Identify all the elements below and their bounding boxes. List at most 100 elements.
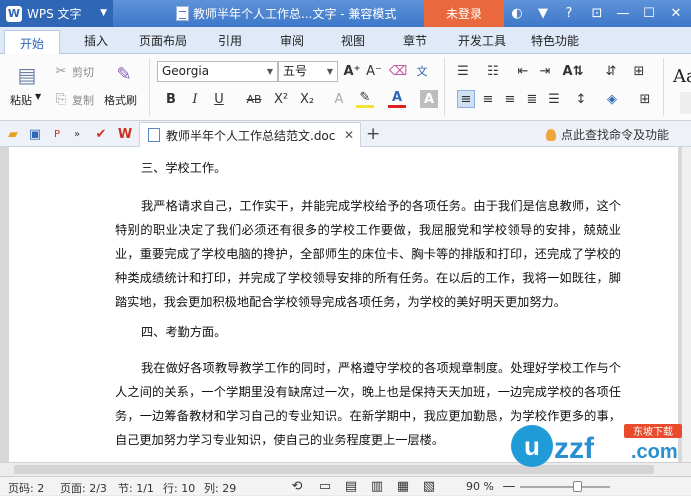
chevron-down-icon: ▼ — [266, 67, 273, 76]
format-painter-icon[interactable]: ✎ — [112, 62, 136, 86]
show-marks-icon[interactable]: ⊞ — [630, 62, 648, 80]
font-color-icon[interactable]: A — [388, 90, 406, 108]
subscript-icon[interactable]: X₂ — [298, 90, 316, 108]
export-pdf-icon[interactable]: P — [48, 125, 66, 143]
restore-icon[interactable]: ⊡ — [588, 4, 606, 22]
history-icon[interactable]: ⟲ — [288, 477, 306, 495]
superscript-icon[interactable]: X² — [272, 90, 290, 108]
paste-dropdown-icon[interactable]: ▼ — [35, 92, 41, 101]
strikethrough-icon[interactable]: AB — [240, 90, 268, 108]
shirt-icon[interactable]: ▼ — [534, 4, 552, 22]
help-icon[interactable]: ? — [560, 4, 578, 22]
align-left-icon[interactable]: ≡ — [457, 90, 475, 108]
fill-color-icon[interactable]: ◈ — [603, 90, 621, 108]
pin-icon[interactable]: ✔ — [92, 125, 110, 143]
reading-view-icon[interactable]: ▧ — [420, 477, 438, 495]
font-size-value: 五号 — [283, 64, 308, 78]
paste-button[interactable]: 粘贴 — [10, 92, 32, 108]
decrease-indent-icon[interactable]: ⇤ — [514, 62, 532, 80]
tab-start[interactable]: 开始 — [4, 30, 60, 55]
tab-special[interactable]: 特色功能 — [531, 32, 579, 49]
tab-insert[interactable]: 插入 — [84, 32, 108, 49]
svg-text:.com: .com — [631, 441, 678, 463]
document-title: 教师半年个人工作总...文字 - 兼容模式 — [193, 7, 397, 21]
zoom-out-icon[interactable]: — — [500, 477, 518, 495]
cut-button[interactable]: 剪切 — [72, 64, 94, 80]
outline-view-icon[interactable]: ▥ — [368, 477, 386, 495]
document-area: 三、学校工作。 我严格请求自己，工作实干，并能完成学校给予的各项任务。由于我们是… — [0, 147, 691, 462]
phonetic-icon[interactable]: 文 — [413, 62, 431, 80]
justify-icon[interactable]: ≣ — [523, 90, 541, 108]
grow-font-icon[interactable]: A⁺ — [343, 62, 361, 80]
zoom-slider-handle[interactable] — [573, 481, 582, 492]
line-spacing-icon[interactable]: ↕ — [572, 90, 590, 108]
page-count: 页面: 2/3 — [60, 482, 107, 495]
char-shading-icon[interactable]: A — [420, 90, 438, 108]
chevron-down-icon: ▼ — [100, 8, 107, 18]
ribbon-separator — [663, 58, 664, 116]
zoom-level: 90 % — [466, 480, 494, 493]
tab-view[interactable]: 视图 — [341, 32, 365, 49]
minimize-icon[interactable]: — — [614, 4, 632, 22]
font-name-select[interactable]: Georgia ▼ — [157, 61, 278, 82]
row-indicator: 行: 10 — [163, 482, 196, 495]
distribute-icon[interactable]: ☰ — [545, 90, 563, 108]
shrink-font-icon[interactable]: A⁻ — [365, 62, 383, 80]
tab-review[interactable]: 审阅 — [280, 32, 304, 49]
italic-icon[interactable]: I — [186, 90, 204, 108]
command-search[interactable]: 点此查找命令及功能 — [546, 126, 669, 143]
wps-logo-icon: W — [6, 5, 22, 22]
paste-icon[interactable]: ▤ — [14, 62, 40, 88]
status-bar: 页码: 2 页面: 2/3 节: 1/1 行: 10 列: 29 ⟲ ▭ ▤ ▥… — [0, 476, 691, 495]
bullet-list-icon[interactable]: ☰ — [454, 62, 472, 80]
increase-indent-icon[interactable]: ⇥ — [536, 62, 554, 80]
login-button[interactable]: 未登录 — [424, 0, 504, 27]
bold-icon[interactable]: B — [162, 90, 180, 108]
numbered-list-icon[interactable]: ☷ — [484, 62, 502, 80]
document-tab[interactable]: 教师半年个人工作总结范文.doc ✕ — [139, 122, 361, 147]
vertical-scrollbar[interactable] — [682, 147, 691, 462]
font-name-value: Georgia — [162, 64, 210, 78]
open-folder-icon[interactable]: ▰ — [4, 125, 22, 143]
wps-home-icon[interactable]: W — [116, 125, 134, 143]
wps-app-menu-button[interactable]: W WPS 文字 ▼ — [0, 0, 113, 27]
style-preview[interactable]: Aa — [673, 66, 691, 87]
lightbulb-icon — [546, 128, 556, 141]
tab-developer[interactable]: 开发工具 — [458, 32, 506, 49]
document-page[interactable]: 三、学校工作。 我严格请求自己，工作实干，并能完成学校给予的各项任务。由于我们是… — [9, 147, 678, 462]
more-icon[interactable]: » — [68, 125, 86, 143]
highlight-icon[interactable]: ✎ — [356, 90, 374, 108]
underline-icon[interactable]: U — [210, 90, 228, 108]
tab-chapter[interactable]: 章节 — [403, 32, 427, 49]
copy-icon[interactable]: ⎘ — [52, 90, 70, 108]
cut-icon[interactable]: ✂ — [52, 62, 70, 80]
close-icon[interactable]: ✕ — [667, 4, 685, 22]
sort-icon[interactable]: ⇵ — [602, 62, 620, 80]
align-right-icon[interactable]: ≡ — [501, 90, 519, 108]
font-size-select[interactable]: 五号 ▼ — [278, 61, 338, 82]
document-tab-title: 教师半年个人工作总结范文.doc — [166, 128, 336, 143]
web-view-icon[interactable]: ▦ — [394, 477, 412, 495]
save-icon[interactable]: ▣ — [26, 125, 44, 143]
skin-icon[interactable]: ◐ — [508, 4, 526, 22]
borders-icon[interactable]: ⊞ — [636, 90, 654, 108]
new-tab-button[interactable]: + — [366, 124, 380, 144]
copy-button[interactable]: 复制 — [72, 92, 94, 108]
maximize-icon[interactable]: ☐ — [640, 4, 658, 22]
text-direction-icon[interactable]: A⇅ — [563, 62, 584, 80]
tab-references[interactable]: 引用 — [218, 32, 242, 49]
page-view-icon[interactable]: ▤ — [342, 477, 360, 495]
text-effect-icon[interactable]: A — [330, 90, 348, 108]
format-painter-button[interactable]: 格式刷 — [104, 92, 137, 108]
tab-page-layout[interactable]: 页面布局 — [139, 32, 187, 49]
view-mode-icon[interactable]: ▭ — [316, 477, 334, 495]
clear-format-icon[interactable]: ⌫ — [389, 62, 407, 80]
section-indicator: 节: 1/1 — [118, 482, 154, 495]
document-icon — [176, 6, 189, 21]
align-center-icon[interactable]: ≡ — [479, 90, 497, 108]
zoom-slider[interactable] — [520, 486, 610, 488]
close-icon[interactable]: ✕ — [344, 128, 354, 142]
title-bar: W WPS 文字 ▼ 教师半年个人工作总...文字 - 兼容模式 未登录 ◐ ▼… — [0, 0, 691, 27]
style-gallery-scroll[interactable] — [680, 92, 691, 114]
window-title: 教师半年个人工作总...文字 - 兼容模式 — [176, 5, 396, 22]
